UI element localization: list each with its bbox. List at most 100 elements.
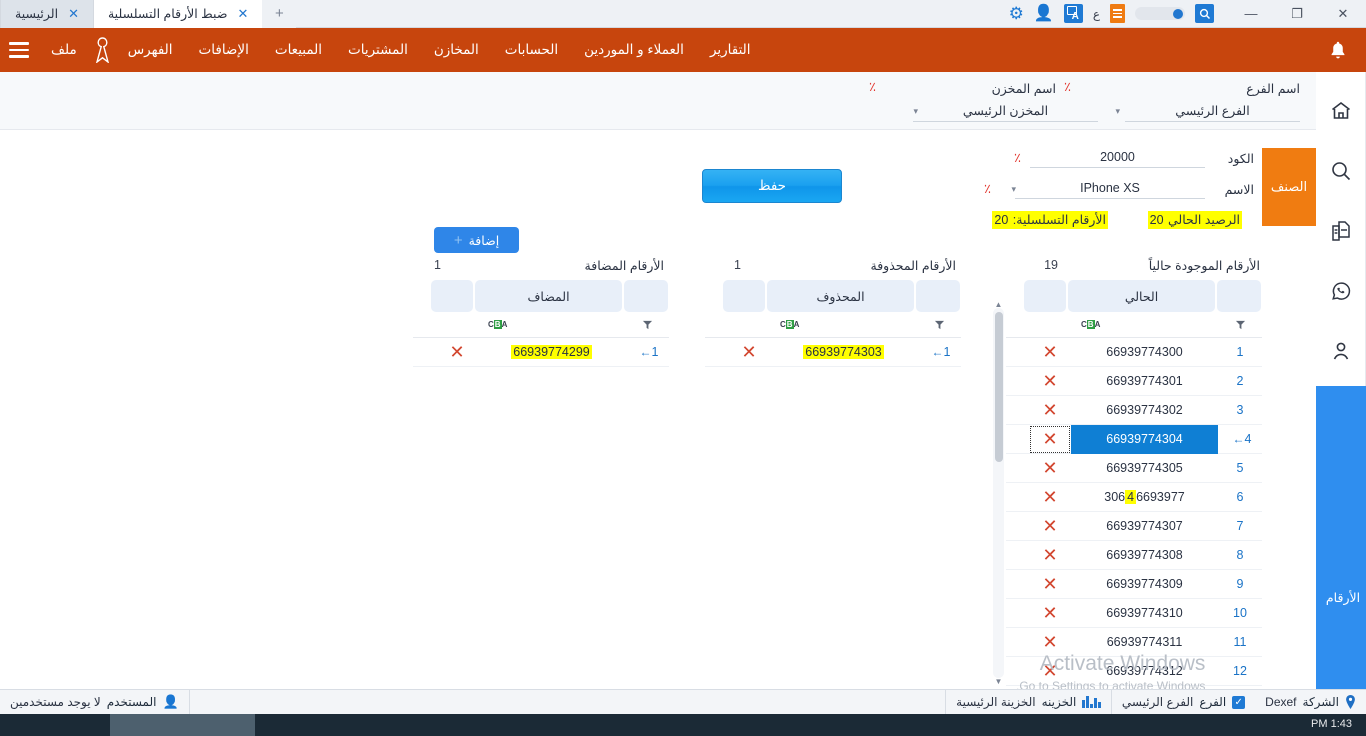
row-serial-value[interactable]: 66939774309 — [1071, 570, 1218, 599]
save-button[interactable]: حفظ — [702, 169, 842, 203]
close-icon[interactable]: ✕ — [1042, 430, 1057, 448]
grid-existing-body[interactable]: 166939774300✕266939774301✕366939774302✕4… — [1006, 338, 1262, 686]
table-row[interactable]: 966939774309✕ — [1006, 570, 1262, 599]
store-input[interactable] — [913, 100, 1098, 122]
delete-row-button[interactable]: ✕ — [1029, 541, 1071, 570]
header-delete-col[interactable] — [431, 280, 473, 312]
translate-icon[interactable]: A — [1064, 4, 1083, 23]
filter-index-cell[interactable] — [1218, 312, 1262, 337]
window-close-button[interactable]: ✕ — [1320, 0, 1366, 28]
filter-value-cell[interactable]: ABC — [478, 312, 625, 337]
row-serial-value[interactable]: 66939774311 — [1071, 628, 1218, 657]
numbers-side-tab[interactable]: الأرقام — [1316, 386, 1366, 736]
chevron-down-icon[interactable]: ▾ — [1011, 184, 1016, 195]
row-serial-value[interactable]: 66939774306 — [1071, 483, 1218, 512]
table-row[interactable]: 866939774308✕ — [1006, 541, 1262, 570]
delete-row-button[interactable]: ✕ — [1029, 570, 1071, 599]
close-icon[interactable]: ✕ — [1042, 633, 1057, 651]
table-row[interactable]: 1266939774312✕ — [1006, 657, 1262, 686]
delete-row-button[interactable]: ✕ — [1029, 454, 1071, 483]
new-tab-button[interactable]: + — [262, 0, 296, 28]
header-value-col[interactable]: المضاف — [475, 280, 622, 312]
row-serial-value[interactable]: 66939774302 — [1071, 396, 1218, 425]
nav-item-customers-suppliers[interactable]: العملاء و الموردين — [571, 28, 697, 72]
delete-row-button[interactable]: ✕ — [1029, 599, 1071, 628]
chevron-down-icon[interactable]: ▾ — [913, 106, 918, 117]
table-row[interactable]: 1166939774311✕ — [1006, 628, 1262, 657]
tab-serial-numbers[interactable]: ✕ ضبط الأرقام التسلسلية — [93, 0, 262, 28]
table-row[interactable]: 766939774307✕ — [1006, 512, 1262, 541]
documents-icon[interactable] — [1324, 214, 1358, 248]
header-delete-col[interactable] — [1024, 280, 1066, 312]
row-serial-value[interactable]: 66939774299 — [478, 338, 625, 367]
table-row[interactable]: 1 ←66939774303✕ — [705, 338, 961, 367]
arabic-language-icon[interactable]: ع — [1093, 7, 1100, 21]
row-serial-value[interactable]: 66939774304 — [1071, 425, 1218, 454]
window-restore-button[interactable]: ❐ — [1274, 0, 1320, 28]
existing-scrollbar[interactable]: ▲ ▼ — [993, 308, 1004, 678]
filter-abc-icon[interactable]: ABC — [780, 320, 799, 329]
header-delete-col[interactable] — [723, 280, 765, 312]
home-icon[interactable] — [1324, 94, 1358, 128]
close-icon[interactable]: ✕ — [1042, 662, 1057, 680]
delete-row-button[interactable]: ✕ — [1029, 483, 1071, 512]
close-icon[interactable]: ✕ — [1042, 459, 1057, 477]
chevron-down-icon[interactable]: ▾ — [1115, 106, 1120, 117]
status-company[interactable]: الشركة Dexef — [1255, 690, 1366, 715]
name-input[interactable] — [1015, 177, 1205, 199]
close-icon[interactable]: ✕ — [1042, 401, 1057, 419]
nav-item-index[interactable]: الفهرس — [115, 28, 186, 72]
row-serial-value[interactable]: 66939774305 — [1071, 454, 1218, 483]
item-section-tab[interactable]: الصنف — [1262, 148, 1316, 226]
row-serial-value[interactable]: 66939774308 — [1071, 541, 1218, 570]
add-button[interactable]: إضافة + — [434, 227, 519, 253]
table-row[interactable]: 4 ←66939774304✕ — [1006, 425, 1262, 454]
row-serial-value[interactable]: 66939774301 — [1071, 367, 1218, 396]
filter-abc-icon[interactable]: ABC — [488, 320, 507, 329]
header-index-col[interactable] — [624, 280, 668, 312]
table-row[interactable]: 1066939774310✕ — [1006, 599, 1262, 628]
row-serial-value[interactable]: 66939774303 — [770, 338, 917, 367]
branch-input[interactable] — [1125, 100, 1300, 122]
status-branch[interactable]: ✓ الفرع الفرع الرئيسي — [1111, 690, 1255, 715]
checkbox-icon[interactable]: ✓ — [1232, 696, 1245, 709]
close-icon[interactable]: ✕ — [449, 343, 464, 361]
header-index-col[interactable] — [916, 280, 960, 312]
close-icon[interactable]: ✕ — [741, 343, 756, 361]
table-row[interactable]: 666939774306✕ — [1006, 483, 1262, 512]
nav-item-reports[interactable]: التقارير — [697, 28, 764, 72]
delete-row-button[interactable]: ✕ — [1029, 338, 1071, 367]
user-icon[interactable]: 👤 — [1034, 6, 1054, 22]
search-icon[interactable] — [1195, 4, 1214, 23]
delete-row-button[interactable]: ✕ — [1029, 425, 1071, 454]
hamburger-menu-icon[interactable] — [0, 28, 38, 72]
account-icon[interactable] — [1324, 334, 1358, 368]
delete-row-button[interactable]: ✕ — [728, 338, 770, 367]
whatsapp-icon[interactable] — [1324, 274, 1358, 308]
filter-value-cell[interactable]: ABC — [1071, 312, 1218, 337]
taskbar-active-window[interactable] — [110, 714, 255, 736]
grid-deleted-body[interactable]: 1 ←66939774303✕ — [705, 338, 961, 367]
settings-gear-icon[interactable]: ⚙ — [1009, 5, 1024, 22]
table-row[interactable]: 166939774300✕ — [1006, 338, 1262, 367]
header-value-col[interactable]: الحالي — [1068, 280, 1215, 312]
row-serial-value[interactable]: 66939774307 — [1071, 512, 1218, 541]
delete-row-button[interactable]: ✕ — [1029, 396, 1071, 425]
notifications-button[interactable] — [1310, 28, 1366, 72]
close-icon[interactable]: ✕ — [1042, 488, 1057, 506]
table-row[interactable]: 1 ←66939774299✕ — [413, 338, 669, 367]
close-icon[interactable]: ✕ — [68, 6, 79, 22]
nav-item-accounts[interactable]: الحسابات — [492, 28, 571, 72]
nav-item-purchases[interactable]: المشتريات — [335, 28, 421, 72]
delete-row-button[interactable]: ✕ — [1029, 657, 1071, 686]
close-icon[interactable]: ✕ — [1042, 546, 1057, 564]
nav-item-addons[interactable]: الإضافات — [186, 28, 262, 72]
table-row[interactable]: 266939774301✕ — [1006, 367, 1262, 396]
close-icon[interactable]: ✕ — [1042, 343, 1057, 361]
row-serial-value[interactable]: 66939774310 — [1071, 599, 1218, 628]
header-value-col[interactable]: المحذوف — [767, 280, 914, 312]
scrollbar-thumb[interactable] — [995, 312, 1003, 462]
filter-index-cell[interactable] — [917, 312, 961, 337]
close-icon[interactable]: ✕ — [1042, 517, 1057, 535]
close-icon[interactable]: ✕ — [1042, 372, 1057, 390]
